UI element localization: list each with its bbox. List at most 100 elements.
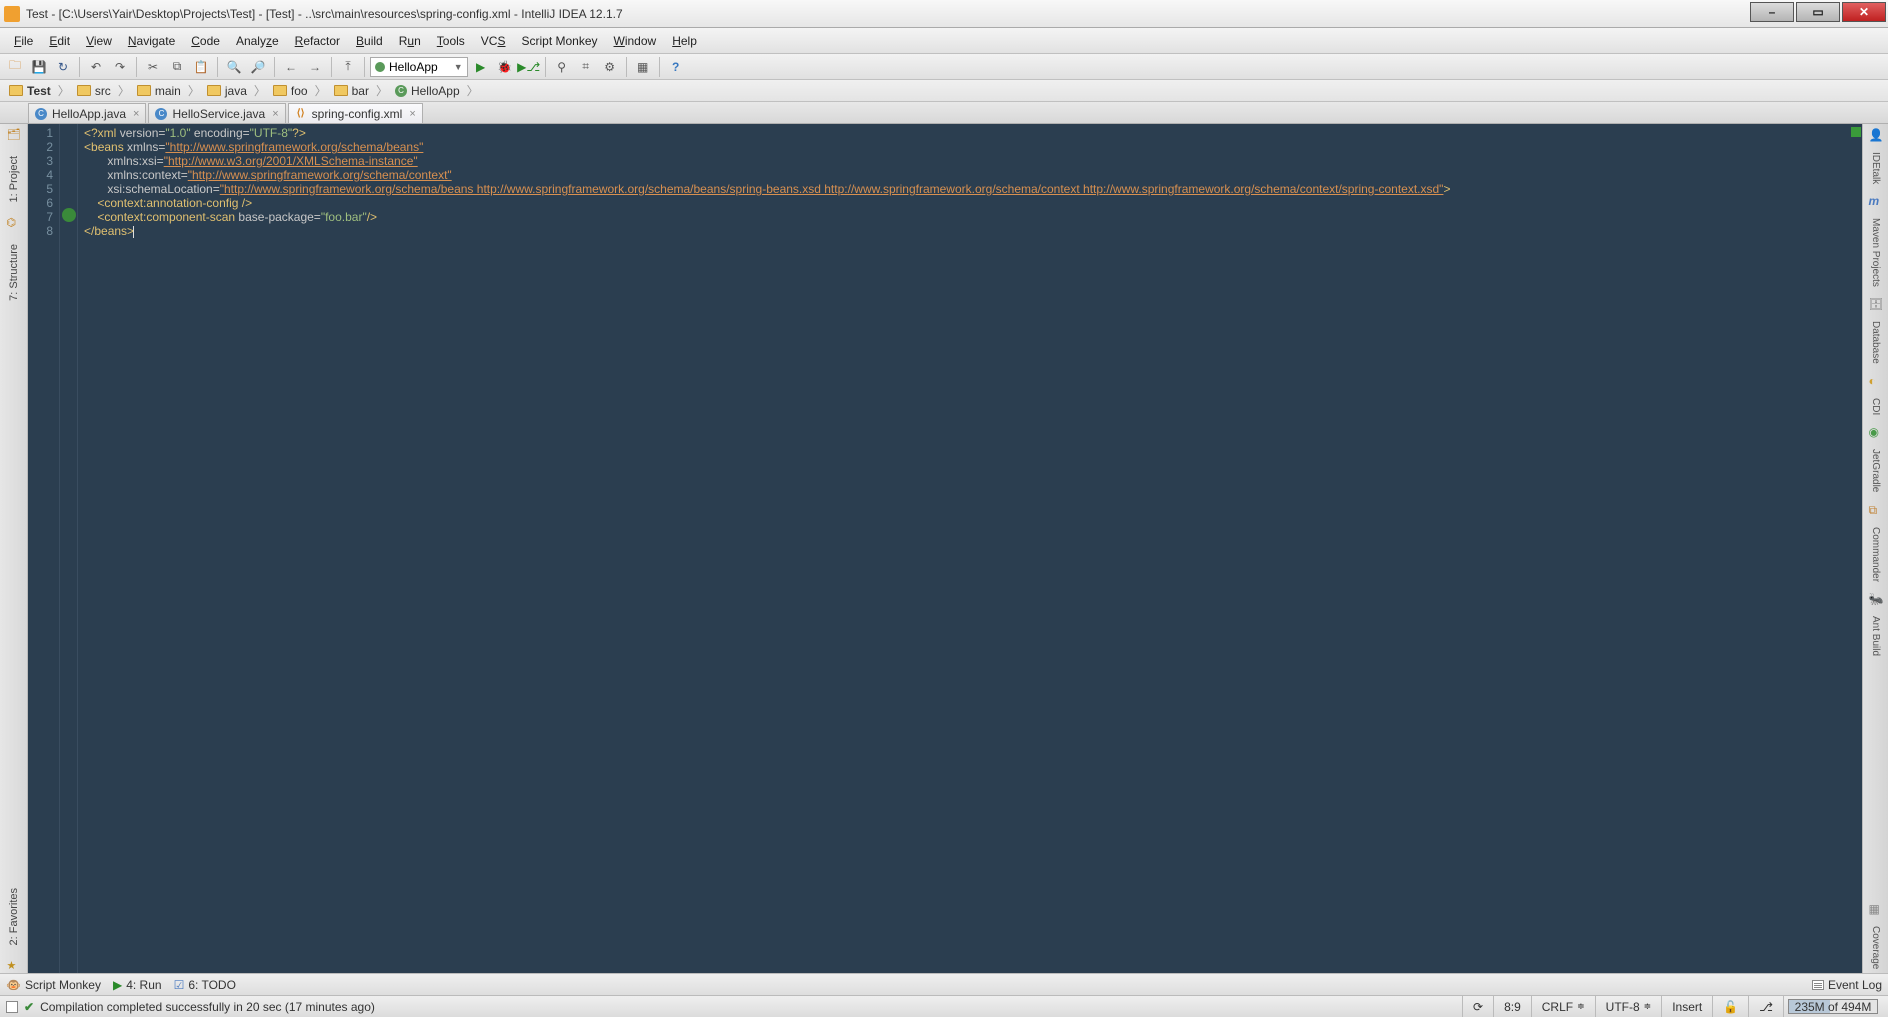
line-separator[interactable]: CRLF ≑	[1531, 996, 1595, 1017]
menu-analyze[interactable]: Analyze	[228, 31, 287, 51]
make-icon[interactable]: ⤒	[337, 56, 359, 78]
ant-icon[interactable]: 🐜	[1869, 592, 1883, 606]
favorites-tool-button[interactable]: 2: Favorites	[8, 882, 20, 951]
replace-icon[interactable]: 🔎	[247, 56, 269, 78]
paste-icon[interactable]: 📋	[190, 56, 212, 78]
menu-view[interactable]: View	[78, 31, 120, 51]
save-all-icon[interactable]: 💾	[28, 56, 50, 78]
success-icon: ✔	[24, 1000, 34, 1014]
script-monkey-tool-button[interactable]: 🐵Script Monkey	[6, 978, 101, 992]
menu-file[interactable]: File	[6, 31, 41, 51]
crumb-helloapp[interactable]: CHelloApp	[392, 84, 463, 98]
tab-helloapp[interactable]: C HelloApp.java ×	[28, 103, 146, 123]
run-coverage-icon[interactable]: ▶⎇	[518, 56, 540, 78]
crumb-src[interactable]: src	[74, 84, 114, 98]
tab-helloservice[interactable]: C HelloService.java ×	[148, 103, 285, 123]
settings-icon[interactable]: ⚙	[599, 56, 621, 78]
structure-tool-icon[interactable]: ⌬	[7, 216, 21, 230]
help-icon[interactable]: ?	[665, 56, 687, 78]
idetalk-icon[interactable]: 👤	[1869, 128, 1883, 142]
coverage-tool-button[interactable]: Coverage	[1870, 922, 1881, 973]
menu-code[interactable]: Code	[183, 31, 228, 51]
crumb-main[interactable]: main	[134, 84, 184, 98]
statusbar: ✔ Compilation completed successfully in …	[0, 995, 1888, 1017]
database-tool-button[interactable]: Database	[1870, 317, 1881, 368]
redo-icon[interactable]: ↷	[109, 56, 131, 78]
menu-run[interactable]: Run	[391, 31, 429, 51]
maven-tool-button[interactable]: Maven Projects	[1870, 214, 1881, 291]
todo-tool-button[interactable]: ☑6: TODO	[174, 978, 236, 992]
tab-close-icon[interactable]: ×	[272, 108, 278, 120]
run-config-label: HelloApp	[389, 60, 438, 74]
left-tool-stripe: 🗂 1: Project ⌬ 7: Structure 2: Favorites…	[0, 124, 28, 973]
close-button[interactable]: ✕	[1842, 2, 1886, 22]
find-icon[interactable]: 🔍	[223, 56, 245, 78]
minimize-button[interactable]: –	[1750, 2, 1794, 22]
menu-edit[interactable]: Edit	[41, 31, 78, 51]
crumb-java[interactable]: java	[204, 84, 250, 98]
bg-tasks-icon[interactable]: ⟳	[1462, 996, 1493, 1017]
menu-build[interactable]: Build	[348, 31, 391, 51]
project-tool-button[interactable]: 1: Project	[8, 150, 20, 208]
error-stripe[interactable]	[1850, 124, 1862, 973]
menu-vcs[interactable]: VCS	[473, 31, 514, 51]
favorites-tool-icon[interactable]: ★	[7, 959, 21, 973]
forward-icon[interactable]: →	[304, 56, 326, 78]
run-icon[interactable]: ▶	[470, 56, 492, 78]
insert-mode[interactable]: Insert	[1661, 996, 1712, 1017]
read-only-toggle[interactable]: 🔓	[1712, 996, 1748, 1017]
structure-tool-button[interactable]: 7: Structure	[8, 238, 20, 307]
attach-icon[interactable]: ⚲	[551, 56, 573, 78]
run-tool-button[interactable]: ▶4: Run	[113, 978, 162, 992]
database-icon[interactable]: 🗄	[1869, 297, 1883, 311]
folder-icon	[334, 85, 348, 96]
commander-tool-button[interactable]: Commander	[1870, 523, 1881, 586]
menu-help[interactable]: Help	[664, 31, 705, 51]
project-structure-icon[interactable]: ⌗	[575, 56, 597, 78]
jetgradle-icon[interactable]: ◉	[1869, 425, 1883, 439]
tab-close-icon[interactable]: ×	[409, 108, 415, 120]
open-icon[interactable]: 🗀	[4, 56, 26, 78]
code-editor[interactable]: 1234 5678 <?xml version="1.0" encoding="…	[28, 124, 1862, 973]
cut-icon[interactable]: ✂	[142, 56, 164, 78]
maximize-button[interactable]: ▭	[1796, 2, 1840, 22]
project-tool-icon[interactable]: 🗂	[7, 128, 21, 142]
folder-icon	[9, 85, 23, 96]
sql-icon[interactable]: ▦	[632, 56, 654, 78]
menu-tools[interactable]: Tools	[429, 31, 473, 51]
copy-icon[interactable]: ⧉	[166, 56, 188, 78]
ant-tool-button[interactable]: Ant Build	[1870, 612, 1881, 660]
cdi-tool-button[interactable]: CDI	[1870, 394, 1881, 419]
back-icon[interactable]: ←	[280, 56, 302, 78]
run-config-combo[interactable]: HelloApp ▼	[370, 57, 468, 77]
event-log-button[interactable]: Event Log	[1812, 978, 1882, 992]
spring-bean-marker-icon[interactable]	[62, 208, 76, 222]
undo-icon[interactable]: ↶	[85, 56, 107, 78]
maven-icon[interactable]: m	[1869, 194, 1883, 208]
tool-window-toggle-icon[interactable]	[6, 1001, 18, 1013]
tab-close-icon[interactable]: ×	[133, 108, 139, 120]
java-class-icon: C	[35, 108, 47, 120]
memory-indicator[interactable]: 235M of 494M	[1788, 999, 1878, 1014]
cdi-icon[interactable]: ◐	[1869, 374, 1883, 388]
crumb-test[interactable]: Test	[6, 84, 54, 98]
event-log-icon	[1812, 980, 1824, 990]
tab-spring-config[interactable]: ⟨⟩ spring-config.xml ×	[288, 103, 423, 123]
coverage-icon[interactable]: ▦	[1869, 902, 1883, 916]
file-encoding[interactable]: UTF-8 ≑	[1595, 996, 1662, 1017]
sync-icon[interactable]: ↻	[52, 56, 74, 78]
code-area[interactable]: <?xml version="1.0" encoding="UTF-8"?> <…	[78, 124, 1862, 973]
right-tool-stripe: 👤 IDEtalk m Maven Projects 🗄 Database ◐ …	[1862, 124, 1888, 973]
menu-refactor[interactable]: Refactor	[287, 31, 348, 51]
commander-icon[interactable]: ⧉	[1869, 503, 1883, 517]
git-icon[interactable]: ⎇	[1748, 996, 1783, 1017]
debug-icon[interactable]: 🐞	[494, 56, 516, 78]
menu-script-monkey[interactable]: Script Monkey	[513, 31, 605, 51]
crumb-bar[interactable]: bar	[331, 84, 372, 98]
crumb-foo[interactable]: foo	[270, 84, 311, 98]
menu-navigate[interactable]: Navigate	[120, 31, 183, 51]
jetgradle-tool-button[interactable]: JetGradle	[1870, 445, 1881, 496]
caret-position: 8:9	[1493, 996, 1531, 1017]
idetalk-tool-button[interactable]: IDEtalk	[1870, 148, 1881, 188]
menu-window[interactable]: Window	[606, 31, 665, 51]
